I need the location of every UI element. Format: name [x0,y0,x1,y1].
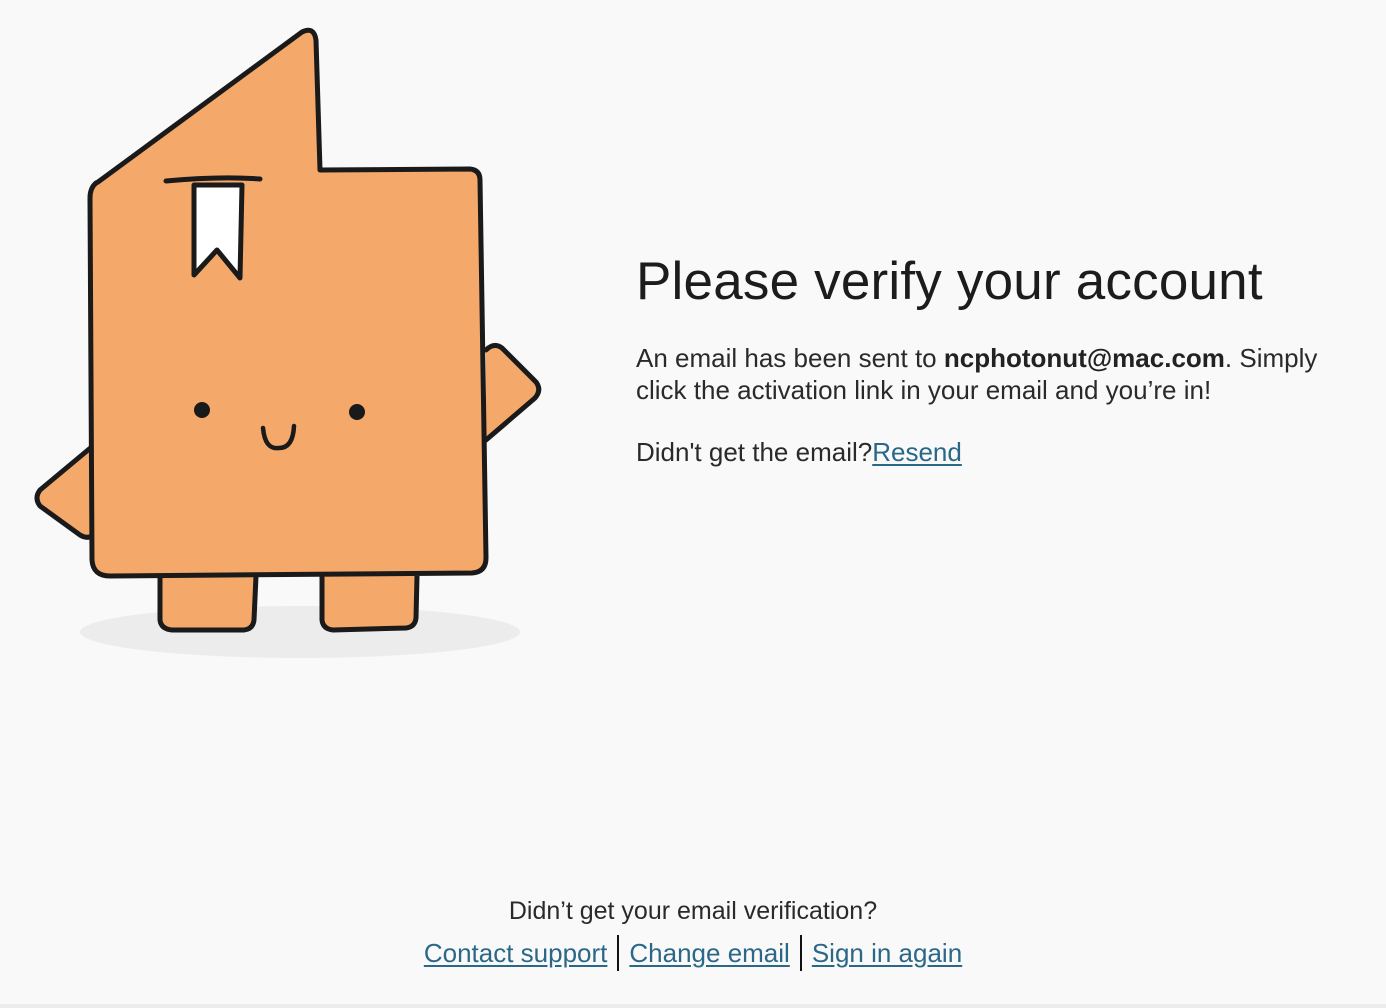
mascot-shadow [80,606,520,658]
mascot-right-leg [319,575,420,633]
change-email-link[interactable]: Change email [629,933,789,973]
page-title: Please verify your account [636,252,1263,311]
link-divider [799,935,802,971]
footer-question: Didn’t get your email verification? [508,897,878,925]
message-prefix: An email has been sent to [636,343,944,373]
footer-links: Contact support Change email Sign in aga… [0,933,1386,973]
resend-prompt: Didn't get the email? [636,437,873,467]
mascot-left-leg [157,575,259,633]
verification-message: An email has been sent to ncphotonut@mac… [636,342,1366,406]
mascot-illustration [34,27,542,658]
resend-line: Didn't get the email?Resend [636,436,1376,468]
user-email: ncphotonut@mac.com [943,343,1225,373]
sign-in-again-link[interactable]: Sign in again [812,933,962,973]
link-divider [617,935,620,971]
contact-support-link[interactable]: Contact support [424,933,608,973]
mascot-body [87,27,489,579]
bottom-divider [0,1004,1386,1008]
mascot-right-arm [483,342,542,443]
mascot-left-eye [194,402,210,418]
verify-panel: Please verify your account An email has … [636,250,1376,468]
footer: Didn’t get your email verification? Cont… [0,893,1386,973]
verify-page: Please verify your account An email has … [0,0,1386,1008]
bookmark-top-line [163,175,263,184]
resend-link[interactable]: Resend [872,437,962,467]
mascot-right-eye [349,404,365,420]
